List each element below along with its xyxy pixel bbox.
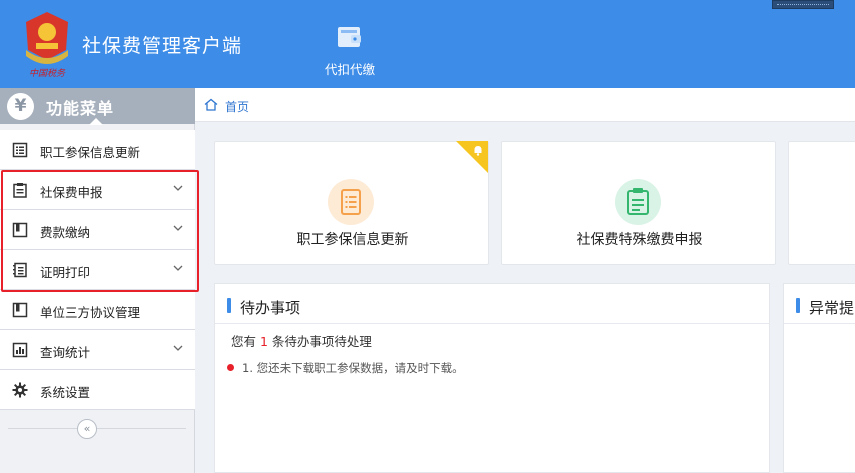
menu-item-social-fee-declare[interactable]: 社保费申报 bbox=[0, 170, 195, 210]
chevron-down-icon bbox=[173, 345, 183, 351]
panel-header: 异常提 bbox=[784, 284, 855, 324]
todo-item[interactable]: 1. 您还未下载职工参保数据，请及时下载。 bbox=[227, 360, 464, 376]
red-dot-icon bbox=[227, 364, 234, 371]
menu-item-fee-payment[interactable]: 费款缴纳 bbox=[0, 210, 195, 250]
chevron-down-icon bbox=[173, 185, 183, 191]
panel-accent-bar bbox=[796, 298, 800, 313]
clipboard-icon bbox=[13, 183, 27, 198]
menu-item-label: 费款缴纳 bbox=[40, 225, 91, 240]
todo-count: 1 bbox=[259, 334, 268, 349]
notification-badge bbox=[456, 141, 488, 173]
menu-header-notch bbox=[89, 118, 103, 125]
menu-item-label: 社保费申报 bbox=[40, 185, 103, 200]
menu-item-employee-info[interactable]: 职工参保信息更新 bbox=[0, 130, 195, 170]
nav-daikou-label: 代扣代缴 bbox=[324, 62, 375, 77]
svg-text:中国税务: 中国税务 bbox=[29, 68, 66, 79]
chevron-down-icon bbox=[173, 225, 183, 231]
menu-item-label: 查询统计 bbox=[40, 345, 91, 360]
todo-summary-prefix: 您有 bbox=[231, 334, 260, 349]
clipboard-icon bbox=[627, 188, 649, 215]
menu-item-system-settings[interactable]: 系统设置 bbox=[0, 370, 195, 410]
todo-item-text: 1. 您还未下载职工参保数据，请及时下载。 bbox=[242, 361, 464, 375]
menu-item-query-stats[interactable]: 查询统计 bbox=[0, 330, 195, 370]
breadcrumb-home[interactable]: 首页 bbox=[225, 98, 249, 115]
todo-summary-suffix: 条待办事项待处理 bbox=[267, 334, 372, 349]
book-icon bbox=[12, 222, 28, 238]
tax-emblem-icon: 中国税务 bbox=[26, 12, 68, 79]
menu-item-tripartite-agreement[interactable]: 单位三方协议管理 bbox=[0, 290, 195, 330]
double-chevron-left-icon[interactable]: « bbox=[77, 419, 97, 439]
menu-item-label: 系统设置 bbox=[40, 385, 91, 400]
home-icon[interactable] bbox=[204, 98, 218, 111]
collapse-divider bbox=[8, 428, 186, 429]
gear-icon bbox=[12, 382, 28, 398]
todo-summary: 您有 1 条待办事项待处理 bbox=[231, 331, 372, 350]
card-icon-circle bbox=[615, 179, 661, 225]
menu-item-label: 职工参保信息更新 bbox=[40, 145, 141, 160]
wallet-icon bbox=[338, 27, 361, 47]
nav-daikou-daijiao[interactable]: 代扣代缴 bbox=[312, 20, 388, 80]
document-icon bbox=[341, 189, 361, 215]
quick-card-special-payment[interactable]: 社保费特殊缴费申报 bbox=[501, 141, 776, 265]
menu-item-label: 证明打印 bbox=[40, 265, 91, 280]
menu-item-label: 单位三方协议管理 bbox=[40, 305, 141, 320]
card-label: 社保费特殊缴费申报 bbox=[576, 232, 703, 248]
menu-header: ¥ 功能菜单 bbox=[0, 88, 195, 125]
bell-icon bbox=[474, 146, 482, 156]
card-label: 职工参保信息更新 bbox=[296, 232, 409, 248]
document-icon bbox=[13, 262, 27, 278]
panel-header: 待办事项 bbox=[215, 284, 769, 324]
chevron-down-icon bbox=[173, 265, 183, 271]
list-icon bbox=[12, 142, 28, 158]
menu-title: 功能菜单 bbox=[46, 99, 115, 118]
window-control-strip[interactable] bbox=[772, 0, 834, 9]
yen-icon: ¥ bbox=[7, 93, 34, 120]
book-icon bbox=[12, 302, 28, 318]
panel-title: 异常提 bbox=[809, 299, 855, 317]
sidebar: ¥ 功能菜单 职工参保信息更新 社保费申报 费款缴纳 证明打印 单位三方协议管理… bbox=[0, 88, 195, 473]
bar-chart-icon bbox=[12, 342, 28, 358]
quick-card-employee-info[interactable]: 职工参保信息更新 bbox=[214, 141, 489, 265]
breadcrumb: 首页 bbox=[195, 88, 855, 122]
quick-card-partial[interactable] bbox=[788, 141, 855, 265]
panel-title: 待办事项 bbox=[240, 299, 301, 317]
menu-item-certificate-print[interactable]: 证明打印 bbox=[0, 250, 195, 290]
card-icon-circle bbox=[328, 179, 374, 225]
exceptions-panel: 异常提 bbox=[783, 283, 855, 473]
menu-list: 职工参保信息更新 社保费申报 费款缴纳 证明打印 单位三方协议管理 查询统计 系… bbox=[0, 130, 195, 410]
panel-accent-bar bbox=[227, 298, 231, 313]
todo-panel: 待办事项 您有 1 条待办事项待处理 1. 您还未下载职工参保数据，请及时下载。 bbox=[214, 283, 770, 473]
app-header: 中国税务 社保费管理客户端 代扣代缴 bbox=[0, 0, 855, 88]
app-title: 社保费管理客户端 bbox=[82, 35, 243, 57]
